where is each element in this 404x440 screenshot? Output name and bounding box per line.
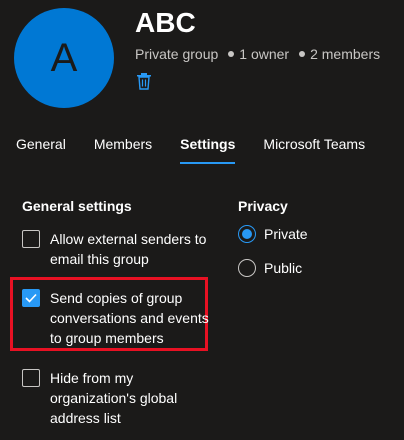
send-copies-label: Send copies of group conversations and e… (50, 290, 209, 346)
group-meta: Private group 1 owner 2 members (135, 46, 380, 62)
owners-count: 1 owner (239, 46, 290, 62)
allow-external-senders-label: Allow external senders to email this gro… (50, 231, 207, 267)
owners-count-wrap: 1 owner (228, 46, 289, 62)
bullet-dot (299, 51, 306, 57)
trash-icon[interactable] (136, 72, 154, 92)
privacy-private-option: Private (238, 225, 308, 243)
send-copies-option: Send copies of group conversations and e… (22, 288, 222, 348)
privacy-heading: Privacy (238, 198, 288, 214)
tab-general[interactable]: General (16, 136, 66, 164)
group-type: Private group (135, 46, 219, 62)
group-name: ABC (135, 7, 196, 38)
hide-from-gal-label: Hide from my organization's global addre… (50, 370, 178, 426)
allow-external-senders-checkbox[interactable] (22, 230, 40, 248)
tab-members[interactable]: Members (94, 136, 152, 164)
hide-from-gal-checkbox[interactable] (22, 369, 40, 387)
members-count: 2 members (310, 46, 381, 62)
general-settings-heading: General settings (22, 198, 132, 214)
tab-bar: General Members Settings Microsoft Teams (16, 136, 393, 164)
tab-microsoft-teams[interactable]: Microsoft Teams (263, 136, 365, 164)
tab-settings[interactable]: Settings (180, 136, 236, 164)
bullet-dot (228, 51, 235, 57)
avatar-letter: A (50, 35, 78, 80)
private-radio[interactable] (238, 225, 256, 243)
group-avatar: A (14, 8, 114, 108)
allow-external-senders-option: Allow external senders to email this gro… (22, 229, 222, 269)
hide-from-gal-option: Hide from my organization's global addre… (22, 368, 222, 428)
send-copies-checkbox[interactable] (22, 289, 40, 307)
privacy-public-option: Public (238, 259, 302, 277)
public-label: Public (264, 260, 303, 276)
members-count-wrap: 2 members (299, 46, 380, 62)
checkmark-icon (25, 293, 37, 303)
public-radio[interactable] (238, 259, 256, 277)
private-label: Private (264, 226, 308, 242)
